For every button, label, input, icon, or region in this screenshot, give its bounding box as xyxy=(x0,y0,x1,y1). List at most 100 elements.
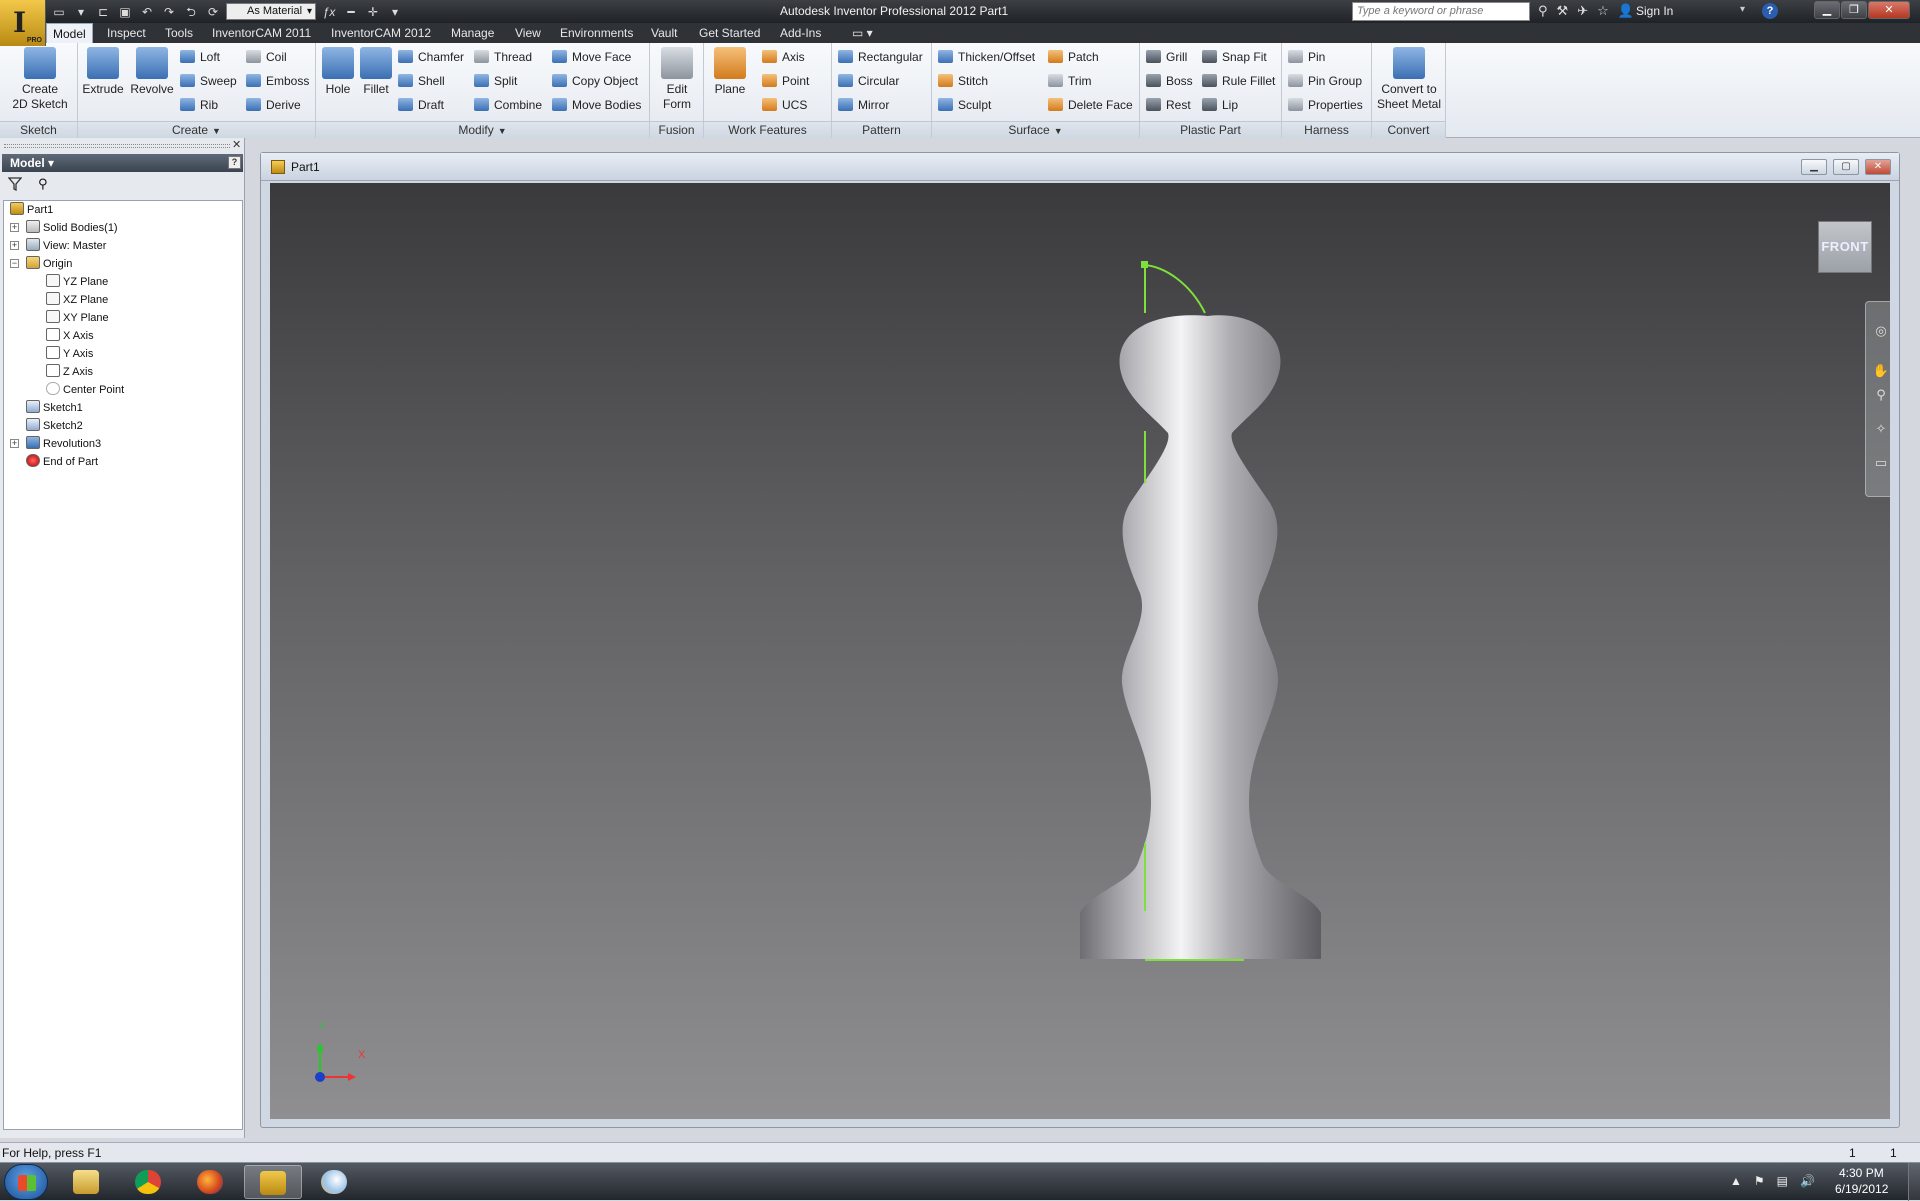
tree-node-yz-plane[interactable]: YZ Plane xyxy=(46,273,108,291)
tab-inspect[interactable]: Inspect xyxy=(107,23,146,43)
tree-node-z-axis[interactable]: Z Axis xyxy=(46,363,93,381)
start-button[interactable] xyxy=(4,1164,48,1200)
restore-button[interactable]: ❐ xyxy=(1841,1,1867,19)
tab-inventorcam-2012[interactable]: InventorCAM 2012 xyxy=(331,23,431,43)
tab-inventorcam-2011[interactable]: InventorCAM 2011 xyxy=(212,23,311,43)
material-select[interactable]: As Material xyxy=(226,3,316,20)
new-file-icon[interactable]: ▭ xyxy=(50,4,68,20)
taskbar-chrome[interactable] xyxy=(120,1165,178,1199)
close-button[interactable]: ✕ xyxy=(1868,1,1910,19)
undo-icon[interactable]: ↶ xyxy=(138,4,156,20)
chevron-down-icon[interactable]: ▾ xyxy=(1740,4,1745,15)
pan-icon[interactable]: ✋ xyxy=(1872,362,1890,380)
extrude-button[interactable]: Extrude xyxy=(82,47,124,97)
tree-node-part1[interactable]: Part1 xyxy=(10,201,53,219)
patch-button[interactable]: Patch xyxy=(1048,47,1099,67)
filter-icon[interactable] xyxy=(8,177,22,191)
tree-node-xy-plane[interactable]: XY Plane xyxy=(46,309,109,327)
panel-title-modify[interactable]: Modify ▼ xyxy=(316,121,649,138)
stitch-button[interactable]: Stitch xyxy=(938,71,988,91)
part-model[interactable] xyxy=(270,183,1890,1119)
revolve-button[interactable]: Revolve xyxy=(128,47,176,97)
tree-node-origin[interactable]: Origin xyxy=(26,255,72,273)
sweep-button[interactable]: Sweep xyxy=(180,71,237,91)
properties-button[interactable]: Properties xyxy=(1288,95,1363,115)
ribbon-options-icon[interactable]: ▭ ▾ xyxy=(852,23,873,43)
copy-object-button[interactable]: Copy Object xyxy=(552,71,638,91)
taskbar-firefox[interactable] xyxy=(182,1165,240,1199)
revolved-body[interactable] xyxy=(1080,315,1321,959)
hole-button[interactable]: Hole xyxy=(320,47,356,97)
snap-fit-button[interactable]: Snap Fit xyxy=(1202,47,1267,67)
tab-environments[interactable]: Environments xyxy=(560,23,633,43)
sign-in-button[interactable]: Sign In xyxy=(1636,4,1673,18)
plane-button[interactable]: Plane xyxy=(710,47,750,97)
tree-node-end-of-part[interactable]: End of Part xyxy=(26,453,98,471)
volume-icon[interactable]: 🔊 xyxy=(1800,1174,1815,1188)
network-icon[interactable]: ▤ xyxy=(1777,1174,1788,1188)
expand-icon[interactable]: + xyxy=(10,241,19,250)
convert-to-sheet-metal-button[interactable]: Convert to Sheet Metal xyxy=(1374,47,1444,112)
emboss-button[interactable]: Emboss xyxy=(246,71,309,91)
tab-add-ins[interactable]: Add-Ins xyxy=(780,23,821,43)
taskbar-paint[interactable] xyxy=(306,1165,364,1199)
sketch-endpoint[interactable] xyxy=(1141,261,1148,268)
help-icon[interactable]: ? xyxy=(1762,3,1778,19)
orbit-icon[interactable]: ✧ xyxy=(1872,420,1890,438)
tab-view[interactable]: View xyxy=(515,23,541,43)
move-face-button[interactable]: Move Face xyxy=(552,47,631,67)
expand-icon[interactable]: + xyxy=(10,439,19,448)
close-icon[interactable]: ✕ xyxy=(232,138,241,151)
show-desktop-button[interactable] xyxy=(1908,1163,1920,1201)
tree-node-x-axis[interactable]: X Axis xyxy=(46,327,94,345)
browser-grip[interactable] xyxy=(4,144,230,148)
update-icon[interactable]: ⟳ xyxy=(204,4,222,20)
rib-button[interactable]: Rib xyxy=(180,95,218,115)
loft-button[interactable]: Loft xyxy=(180,47,220,67)
tree-node-center-point[interactable]: Center Point xyxy=(46,381,124,399)
dropdown-icon[interactable]: ▾ xyxy=(72,4,90,20)
select-priority-icon[interactable]: ✛ xyxy=(364,4,382,20)
tree-node-xz-plane[interactable]: XZ Plane xyxy=(46,291,108,309)
trim-button[interactable]: Trim xyxy=(1048,71,1092,91)
help-icon[interactable]: ? xyxy=(228,156,241,169)
chamfer-button[interactable]: Chamfer xyxy=(398,47,464,67)
rule-fillet-button[interactable]: Rule Fillet xyxy=(1202,71,1275,91)
help-search-input[interactable]: Type a keyword or phrase xyxy=(1352,2,1530,21)
binoculars-icon[interactable]: ⚲ xyxy=(38,176,48,192)
binoculars-icon[interactable]: ⚲ xyxy=(1538,3,1548,19)
application-menu-button[interactable]: I PRO xyxy=(0,0,46,46)
open-folder-icon[interactable]: ⊏ xyxy=(94,4,112,20)
customize-qat-icon[interactable]: ▾ xyxy=(386,4,404,20)
sculpt-button[interactable]: Sculpt xyxy=(938,95,991,115)
favorites-icon[interactable]: ☆ xyxy=(1597,3,1609,19)
appearance-icon[interactable]: ━ xyxy=(342,4,360,20)
draft-button[interactable]: Draft xyxy=(398,95,444,115)
edit-form-button[interactable]: Edit Form xyxy=(654,47,700,112)
coil-button[interactable]: Coil xyxy=(246,47,287,67)
combine-button[interactable]: Combine xyxy=(474,95,542,115)
split-button[interactable]: Split xyxy=(474,71,517,91)
tab-vault[interactable]: Vault xyxy=(651,23,677,43)
pin-button[interactable]: Pin xyxy=(1288,47,1325,67)
steering-wheel-icon[interactable]: ◎ xyxy=(1872,322,1890,340)
tree-node-sketch2[interactable]: Sketch2 xyxy=(26,417,83,435)
mirror-button[interactable]: Mirror xyxy=(838,95,889,115)
close-icon[interactable]: ✕ xyxy=(1886,302,1890,320)
satellite-icon[interactable]: ✈ xyxy=(1577,3,1588,19)
expand-icon[interactable]: + xyxy=(10,223,19,232)
panel-title-create[interactable]: Create ▼ xyxy=(78,121,315,138)
rest-button[interactable]: Rest xyxy=(1146,95,1191,115)
doc-minimize-button[interactable]: ▁ xyxy=(1801,159,1827,175)
look-at-icon[interactable]: ▭ xyxy=(1872,454,1890,472)
circular-pattern-button[interactable]: Circular xyxy=(838,71,899,91)
show-hidden-icons-icon[interactable]: ▲ xyxy=(1730,1174,1742,1188)
return-icon[interactable]: ⮌ xyxy=(182,4,200,20)
tree-node-revolution3[interactable]: Revolution3 xyxy=(26,435,101,453)
tab-tools[interactable]: Tools xyxy=(165,23,193,43)
taskbar-explorer[interactable] xyxy=(58,1165,116,1199)
zoom-icon[interactable]: ⚲ xyxy=(1872,386,1890,404)
collapse-icon[interactable]: − xyxy=(10,259,19,268)
tab-get-started[interactable]: Get Started xyxy=(699,23,760,43)
user-icon[interactable]: 👤 xyxy=(1618,3,1634,19)
